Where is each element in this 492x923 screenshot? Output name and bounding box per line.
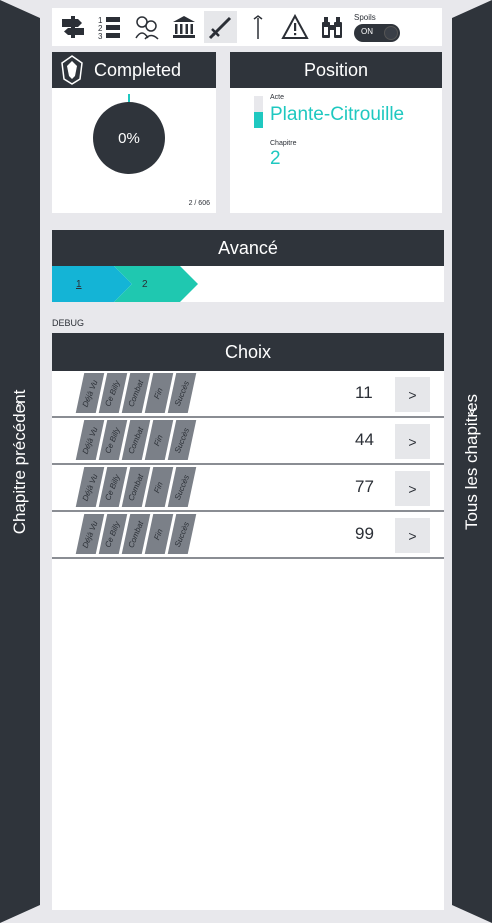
- spoils-control: Spoils ON: [354, 13, 400, 42]
- choice-tag-label: Succès: [172, 520, 192, 548]
- choice-value: 77: [355, 477, 374, 496]
- choice-tag-label: Combat: [126, 425, 146, 455]
- completion-chart: 0% 2 / 606: [52, 88, 216, 213]
- choice-go-button[interactable]: >: [395, 471, 430, 506]
- choice-row: Déjà Vu Ce Billy Combat Fin Succès 44 >: [52, 418, 444, 465]
- top-toolbar: 123 Spoils ON: [52, 8, 442, 46]
- choice-go-button[interactable]: >: [395, 518, 430, 553]
- previous-chapter-rail[interactable]: ^ Chapitre précédent: [0, 0, 40, 923]
- choix-card: Choix Déjà Vu Ce Billy Combat Fin Succès 11 > D…: [52, 333, 444, 559]
- chapitre-label: Chapitre: [270, 140, 297, 147]
- choix-title: Choix: [224, 341, 272, 362]
- toggle-knob: [384, 25, 398, 40]
- choice-tag-label: Succès: [172, 473, 192, 501]
- choice-tag-label: Fin: [152, 480, 166, 494]
- choice-tag-label: Déjà Vu: [80, 472, 100, 502]
- choice-tag: Succès: [167, 420, 197, 460]
- position-title: Position: [303, 59, 369, 80]
- all-chapters-label: Tous les chapitres: [462, 393, 481, 530]
- chapitre-value: 2: [270, 148, 281, 169]
- choice-tag-label: Déjà Vu: [80, 425, 100, 455]
- position-card: Position Acte Plante-Citrouille Chapitre…: [230, 52, 442, 213]
- emblem-icon: [61, 55, 83, 85]
- choice-tag-label: Ce Billy: [103, 378, 123, 408]
- museum-icon[interactable]: [167, 11, 200, 43]
- choice-tag-label: Combat: [126, 472, 146, 502]
- acte-value: Plante-Citrouille: [270, 104, 405, 125]
- completion-pie: 0%: [93, 102, 165, 174]
- choix-header: Choix: [52, 333, 444, 371]
- completed-title: Completed: [94, 59, 182, 80]
- choice-value: 11: [355, 383, 373, 402]
- choice-go-button[interactable]: >: [395, 377, 430, 412]
- act-progress-fill: [254, 112, 263, 128]
- choice-go-button[interactable]: >: [395, 424, 430, 459]
- choice-tag: Succès: [167, 467, 197, 507]
- choice-tag-label: Succès: [172, 426, 192, 454]
- choice-value: 44: [355, 430, 374, 449]
- choice-tags: Déjà Vu Ce Billy Combat Fin Succès: [75, 373, 197, 413]
- choice-tag-label: Ce Billy: [103, 425, 123, 455]
- avance-title: Avancé: [218, 237, 278, 258]
- choice-tags: Déjà Vu Ce Billy Combat Fin Succès: [75, 514, 197, 554]
- spoils-label: Spoils: [354, 12, 376, 22]
- previous-chapter-label: Chapitre précédent: [10, 389, 29, 534]
- spoils-toggle-state: ON: [361, 26, 373, 36]
- act-progress-bar: [254, 96, 263, 128]
- choice-tag: Succès: [167, 514, 197, 554]
- choice-tag-label: Combat: [126, 378, 146, 408]
- choice-tag-label: Ce Billy: [103, 519, 123, 549]
- content-area: [52, 545, 444, 910]
- binoculars-icon[interactable]: [315, 11, 348, 43]
- choice-tags: Déjà Vu Ce Billy Combat Fin Succès: [75, 420, 197, 460]
- sword-icon[interactable]: [204, 11, 237, 43]
- choice-tag-label: Fin: [152, 433, 166, 447]
- acte-label: Acte: [270, 94, 285, 101]
- choice-row: Déjà Vu Ce Billy Combat Fin Succès 77 >: [52, 465, 444, 512]
- choice-tag-label: Déjà Vu: [80, 378, 100, 408]
- all-chapters-rail[interactable]: v Tous les chapitres: [452, 0, 492, 923]
- choice-tag-label: Fin: [152, 527, 166, 541]
- position-body: Acte Plante-Citrouille Chapitre 2: [230, 88, 442, 213]
- numbered-list-icon[interactable]: 123: [93, 11, 126, 43]
- choice-tag-label: Ce Billy: [103, 472, 123, 502]
- avance-header: Avancé: [52, 230, 444, 266]
- choice-tag-label: Fin: [152, 386, 166, 400]
- choice-tags: Déjà Vu Ce Billy Combat Fin Succès: [75, 467, 197, 507]
- debug-label: DEBUG: [52, 318, 85, 328]
- cane-icon[interactable]: [241, 11, 274, 43]
- choice-tag-label: Déjà Vu: [80, 519, 100, 549]
- position-header: Position: [230, 52, 442, 88]
- characters-icon[interactable]: [130, 11, 163, 43]
- signpost-icon[interactable]: [56, 11, 89, 43]
- completed-card: Completed 0% 2 / 606: [52, 52, 216, 213]
- spoils-toggle[interactable]: ON: [354, 23, 400, 42]
- choice-row: Déjà Vu Ce Billy Combat Fin Succès 99 >: [52, 512, 444, 559]
- choice-value: 99: [355, 524, 374, 543]
- avance-card: Avancé 1 2: [52, 230, 444, 302]
- choice-tag-label: Succès: [172, 379, 192, 407]
- breadcrumb: 1 2: [52, 266, 444, 302]
- choice-tag: Succès: [167, 373, 197, 413]
- completion-percent: 0%: [118, 129, 140, 147]
- choice-list: Déjà Vu Ce Billy Combat Fin Succès 11 > Déjà Vu…: [52, 371, 444, 559]
- choice-tag-label: Combat: [126, 519, 146, 549]
- warning-icon[interactable]: [278, 11, 311, 43]
- svg-text:3: 3: [98, 32, 103, 40]
- completed-header: Completed: [52, 52, 216, 88]
- choice-row: Déjà Vu Ce Billy Combat Fin Succès 11 >: [52, 371, 444, 418]
- completion-count: 2 / 606: [188, 200, 210, 207]
